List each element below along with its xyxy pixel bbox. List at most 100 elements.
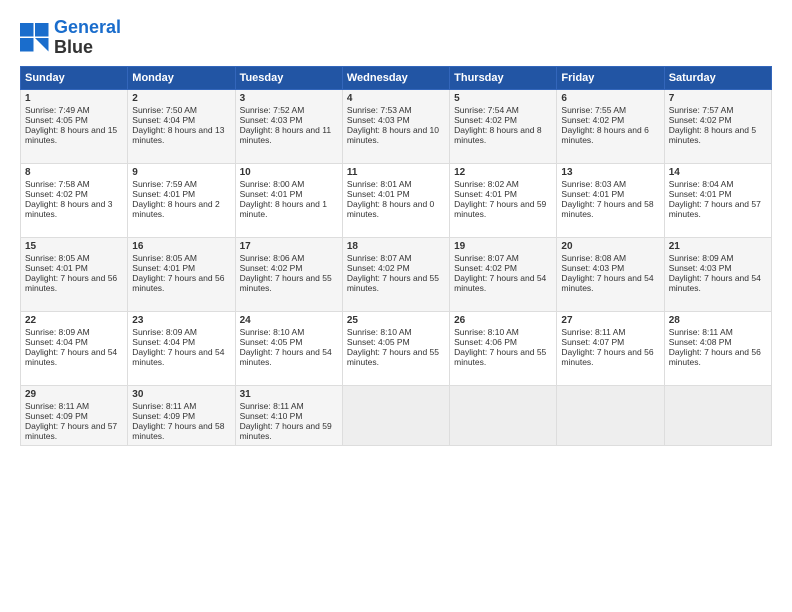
daylight: Daylight: 7 hours and 56 minutes. — [132, 273, 224, 293]
calendar-cell: 8Sunrise: 7:58 AMSunset: 4:02 PMDaylight… — [21, 163, 128, 237]
daylight: Daylight: 8 hours and 3 minutes. — [25, 199, 112, 219]
day-number: 24 — [240, 315, 338, 326]
sunrise: Sunrise: 8:08 AM — [561, 253, 626, 263]
col-saturday: Saturday — [664, 66, 771, 89]
calendar-cell: 11Sunrise: 8:01 AMSunset: 4:01 PMDayligh… — [342, 163, 449, 237]
day-number: 8 — [25, 167, 123, 178]
day-number: 31 — [240, 389, 338, 400]
daylight: Daylight: 7 hours and 54 minutes. — [454, 273, 546, 293]
day-number: 18 — [347, 241, 445, 252]
day-number: 14 — [669, 167, 767, 178]
calendar-cell: 12Sunrise: 8:02 AMSunset: 4:01 PMDayligh… — [450, 163, 557, 237]
daylight: Daylight: 8 hours and 13 minutes. — [132, 125, 224, 145]
daylight: Daylight: 8 hours and 8 minutes. — [454, 125, 541, 145]
sunset: Sunset: 4:04 PM — [132, 115, 195, 125]
daylight: Daylight: 7 hours and 56 minutes. — [25, 273, 117, 293]
day-number: 1 — [25, 93, 123, 104]
day-number: 21 — [669, 241, 767, 252]
daylight: Daylight: 8 hours and 11 minutes. — [240, 125, 332, 145]
sunset: Sunset: 4:06 PM — [454, 337, 517, 347]
calendar-cell: 2Sunrise: 7:50 AMSunset: 4:04 PMDaylight… — [128, 89, 235, 163]
daylight: Daylight: 7 hours and 58 minutes. — [561, 199, 653, 219]
sunset: Sunset: 4:04 PM — [25, 337, 88, 347]
sunset: Sunset: 4:02 PM — [669, 115, 732, 125]
daylight: Daylight: 7 hours and 54 minutes. — [240, 347, 332, 367]
sunrise: Sunrise: 8:11 AM — [240, 401, 304, 411]
sunset: Sunset: 4:01 PM — [347, 189, 410, 199]
sunrise: Sunrise: 7:59 AM — [132, 179, 197, 189]
calendar-cell: 23Sunrise: 8:09 AMSunset: 4:04 PMDayligh… — [128, 311, 235, 385]
col-monday: Monday — [128, 66, 235, 89]
calendar-cell: 1Sunrise: 7:49 AMSunset: 4:05 PMDaylight… — [21, 89, 128, 163]
sunrise: Sunrise: 8:11 AM — [669, 327, 733, 337]
day-number: 28 — [669, 315, 767, 326]
day-number: 3 — [240, 93, 338, 104]
col-thursday: Thursday — [450, 66, 557, 89]
calendar-table: Sunday Monday Tuesday Wednesday Thursday… — [20, 66, 772, 446]
col-friday: Friday — [557, 66, 664, 89]
sunset: Sunset: 4:01 PM — [240, 189, 303, 199]
daylight: Daylight: 7 hours and 55 minutes. — [347, 273, 439, 293]
calendar-cell: 21Sunrise: 8:09 AMSunset: 4:03 PMDayligh… — [664, 237, 771, 311]
day-number: 15 — [25, 241, 123, 252]
day-number: 27 — [561, 315, 659, 326]
sunrise: Sunrise: 8:00 AM — [240, 179, 305, 189]
sunset: Sunset: 4:04 PM — [132, 337, 195, 347]
header-row: Sunday Monday Tuesday Wednesday Thursday… — [21, 66, 772, 89]
sunrise: Sunrise: 8:11 AM — [25, 401, 89, 411]
calendar-cell: 3Sunrise: 7:52 AMSunset: 4:03 PMDaylight… — [235, 89, 342, 163]
sunrise: Sunrise: 8:06 AM — [240, 253, 305, 263]
day-number: 19 — [454, 241, 552, 252]
calendar-cell: 4Sunrise: 7:53 AMSunset: 4:03 PMDaylight… — [342, 89, 449, 163]
sunset: Sunset: 4:05 PM — [347, 337, 410, 347]
daylight: Daylight: 7 hours and 55 minutes. — [454, 347, 546, 367]
day-number: 2 — [132, 93, 230, 104]
calendar-cell: 30Sunrise: 8:11 AMSunset: 4:09 PMDayligh… — [128, 385, 235, 445]
sunrise: Sunrise: 8:04 AM — [669, 179, 734, 189]
sunrise: Sunrise: 8:10 AM — [347, 327, 412, 337]
sunset: Sunset: 4:03 PM — [347, 115, 410, 125]
day-number: 6 — [561, 93, 659, 104]
sunrise: Sunrise: 8:01 AM — [347, 179, 412, 189]
calendar-cell: 7Sunrise: 7:57 AMSunset: 4:02 PMDaylight… — [664, 89, 771, 163]
daylight: Daylight: 7 hours and 56 minutes. — [669, 347, 761, 367]
calendar-cell: 31Sunrise: 8:11 AMSunset: 4:10 PMDayligh… — [235, 385, 342, 445]
calendar-cell: 16Sunrise: 8:05 AMSunset: 4:01 PMDayligh… — [128, 237, 235, 311]
daylight: Daylight: 8 hours and 15 minutes. — [25, 125, 117, 145]
sunset: Sunset: 4:02 PM — [561, 115, 624, 125]
sunrise: Sunrise: 8:03 AM — [561, 179, 626, 189]
sunset: Sunset: 4:02 PM — [240, 263, 303, 273]
calendar-cell: 20Sunrise: 8:08 AMSunset: 4:03 PMDayligh… — [557, 237, 664, 311]
calendar-cell: 5Sunrise: 7:54 AMSunset: 4:02 PMDaylight… — [450, 89, 557, 163]
calendar-cell: 15Sunrise: 8:05 AMSunset: 4:01 PMDayligh… — [21, 237, 128, 311]
calendar-cell: 10Sunrise: 8:00 AMSunset: 4:01 PMDayligh… — [235, 163, 342, 237]
day-number: 9 — [132, 167, 230, 178]
sunset: Sunset: 4:02 PM — [25, 189, 88, 199]
calendar-cell: 29Sunrise: 8:11 AMSunset: 4:09 PMDayligh… — [21, 385, 128, 445]
daylight: Daylight: 7 hours and 59 minutes. — [454, 199, 546, 219]
sunrise: Sunrise: 8:07 AM — [454, 253, 519, 263]
daylight: Daylight: 8 hours and 6 minutes. — [561, 125, 648, 145]
daylight: Daylight: 7 hours and 55 minutes. — [240, 273, 332, 293]
calendar-cell: 17Sunrise: 8:06 AMSunset: 4:02 PMDayligh… — [235, 237, 342, 311]
calendar-cell: 13Sunrise: 8:03 AMSunset: 4:01 PMDayligh… — [557, 163, 664, 237]
sunset: Sunset: 4:05 PM — [25, 115, 88, 125]
sunrise: Sunrise: 7:53 AM — [347, 105, 412, 115]
logo-text: GeneralBlue — [54, 18, 121, 58]
sunrise: Sunrise: 8:05 AM — [25, 253, 90, 263]
sunset: Sunset: 4:01 PM — [561, 189, 624, 199]
sunset: Sunset: 4:07 PM — [561, 337, 624, 347]
calendar-cell: 28Sunrise: 8:11 AMSunset: 4:08 PMDayligh… — [664, 311, 771, 385]
sunrise: Sunrise: 7:58 AM — [25, 179, 90, 189]
sunrise: Sunrise: 8:05 AM — [132, 253, 197, 263]
sunrise: Sunrise: 8:09 AM — [669, 253, 734, 263]
sunrise: Sunrise: 7:55 AM — [561, 105, 626, 115]
page: { "header": { "logo_line1": "General", "… — [0, 0, 792, 612]
calendar-cell: 27Sunrise: 8:11 AMSunset: 4:07 PMDayligh… — [557, 311, 664, 385]
sunrise: Sunrise: 8:02 AM — [454, 179, 519, 189]
sunset: Sunset: 4:02 PM — [347, 263, 410, 273]
day-number: 29 — [25, 389, 123, 400]
day-number: 11 — [347, 167, 445, 178]
sunrise: Sunrise: 8:11 AM — [561, 327, 625, 337]
sunset: Sunset: 4:01 PM — [132, 263, 195, 273]
